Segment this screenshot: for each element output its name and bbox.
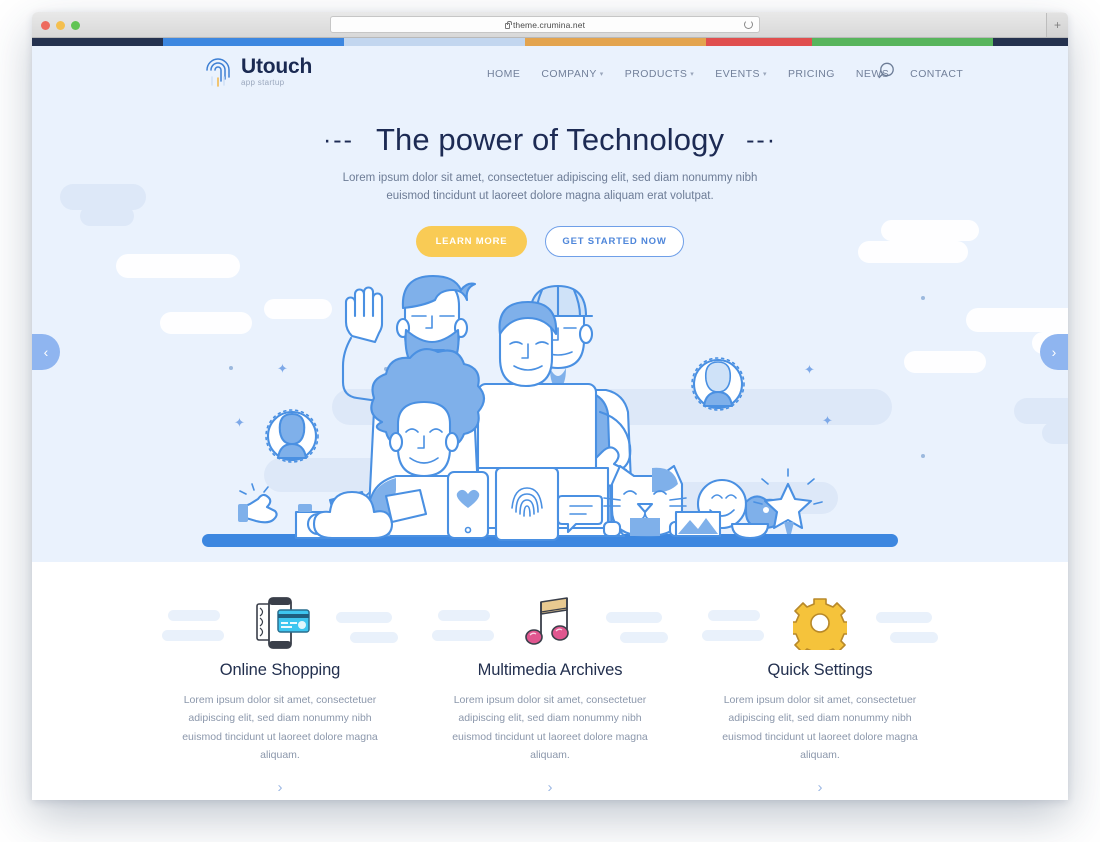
icon-cloud-bar [620, 632, 668, 643]
chevron-down-icon: ▾ [690, 71, 695, 78]
mobile-payment-icon [162, 594, 398, 652]
site-logo[interactable]: Utouch app startup [204, 54, 312, 88]
logo-name: Utouch [241, 54, 313, 78]
icon-cloud-bar [432, 630, 494, 641]
slider-next-button[interactable]: › [1040, 334, 1068, 370]
stripe-segment [32, 38, 163, 46]
chevron-down-icon: ▾ [599, 71, 604, 78]
get-started-button[interactable]: GET STARTED NOW [545, 225, 684, 257]
cloud-shape [1042, 422, 1068, 444]
color-stripe [32, 38, 1068, 46]
icon-cloud-bar [606, 612, 662, 623]
music-note-icon [432, 594, 668, 652]
stripe-segment [524, 38, 706, 46]
feature-card-online-shopping: Online Shopping Lorem ipsum dolor sit am… [162, 594, 398, 800]
url-value: theme.crumina.net [512, 19, 586, 30]
slider-prev-button[interactable]: ‹ [32, 334, 60, 370]
feature-text: Lorem ipsum dolor sit amet, consectetuer… [182, 694, 378, 762]
icon-cloud-bar [708, 610, 760, 621]
icon-cloud-bar [438, 610, 490, 621]
browser-titlebar: theme.crumina.net + [32, 12, 1068, 38]
dot-decoration [921, 454, 925, 458]
hero-title: ·-- The power of Technology --· [32, 122, 1068, 158]
hero-content: ·-- The power of Technology --· Lorem ip… [32, 108, 1068, 257]
new-tab-button[interactable]: + [1046, 13, 1068, 37]
nav-item-contact[interactable]: CONTACT [910, 68, 963, 80]
icon-cloud-bar [350, 632, 398, 643]
search-icon[interactable] [874, 60, 898, 84]
feature-card-multimedia-archives: Multimedia Archives Lorem ipsum dolor si… [432, 594, 668, 800]
feature-text: Lorem ipsum dolor sit amet, consectetuer… [452, 694, 648, 762]
hero-subtitle: Lorem ipsum dolor sit amet, consectetuer… [342, 172, 758, 203]
nav-item-company[interactable]: COMPANY ▾ [541, 68, 603, 80]
hero-cta-group: LEARN MORE GET STARTED NOW [32, 225, 1068, 257]
nav-item-pricing[interactable]: PRICING [788, 68, 835, 80]
zoom-window-button[interactable] [71, 21, 80, 30]
icon-cloud-bar [162, 630, 224, 641]
cloud-shape [1014, 398, 1068, 424]
close-window-button[interactable] [41, 21, 50, 30]
stripe-segment [705, 38, 812, 46]
web-page: ✦ ✦ ✦ ✦ Utouch app startup HOME COMPANY … [32, 46, 1068, 800]
stripe-segment [811, 38, 993, 46]
stripe-segment [343, 38, 525, 46]
gear-icon [702, 594, 938, 652]
url-bar[interactable]: theme.crumina.net [330, 16, 760, 33]
url-text: theme.crumina.net [504, 19, 586, 30]
feature-more-arrow[interactable]: › [432, 779, 668, 796]
cloud-shape [966, 308, 1068, 332]
browser-window: theme.crumina.net + ✦ ✦ ✦ ✦ Utouch app s… [32, 12, 1068, 800]
nav-item-events[interactable]: EVENTS ▾ [715, 68, 767, 80]
team-technology-illustration: .ln { fill:none; stroke:#4a90e2; stroke-… [202, 274, 898, 547]
dot-decoration [921, 296, 925, 300]
window-controls [41, 21, 80, 30]
nav-item-products[interactable]: PRODUCTS ▾ [625, 68, 695, 80]
nav-item-home[interactable]: HOME [487, 68, 520, 80]
feature-title: Online Shopping [219, 661, 341, 679]
feature-more-arrow[interactable]: › [162, 779, 398, 796]
stripe-segment [992, 38, 1068, 46]
feature-card-quick-settings: Quick Settings Lorem ipsum dolor sit ame… [702, 594, 938, 800]
learn-more-button[interactable]: LEARN MORE [416, 225, 527, 257]
logo-tagline: app startup [241, 77, 285, 87]
icon-cloud-bar [168, 610, 220, 621]
icon-cloud-bar [890, 632, 938, 643]
fingerprint-icon [206, 58, 230, 87]
feature-title: Quick Settings [767, 661, 873, 679]
hero-title-text: The power of Technology [375, 122, 725, 157]
features-section: Online Shopping Lorem ipsum dolor sit am… [32, 562, 1068, 800]
stripe-segment [162, 38, 344, 46]
hero-dash-left: ·-- [322, 125, 354, 154]
icon-cloud-bar [876, 612, 932, 623]
hero-dash-right: --· [746, 125, 778, 154]
reload-icon[interactable] [744, 20, 753, 29]
hero-slider: ✦ ✦ ✦ ✦ Utouch app startup HOME COMPANY … [32, 46, 1068, 562]
minimize-window-button[interactable] [56, 21, 65, 30]
chevron-down-icon: ▾ [762, 71, 767, 78]
cloud-shape [904, 351, 986, 373]
icon-cloud-bar [336, 612, 392, 623]
feature-text: Lorem ipsum dolor sit amet, consectetuer… [722, 694, 918, 762]
feature-title: Multimedia Archives [477, 661, 623, 679]
icon-cloud-bar [702, 630, 764, 641]
site-header: Utouch app startup HOME COMPANY ▾ PRODUCTS ▾… [32, 46, 1068, 108]
feature-more-arrow[interactable]: › [702, 779, 938, 796]
lock-icon [504, 20, 512, 29]
